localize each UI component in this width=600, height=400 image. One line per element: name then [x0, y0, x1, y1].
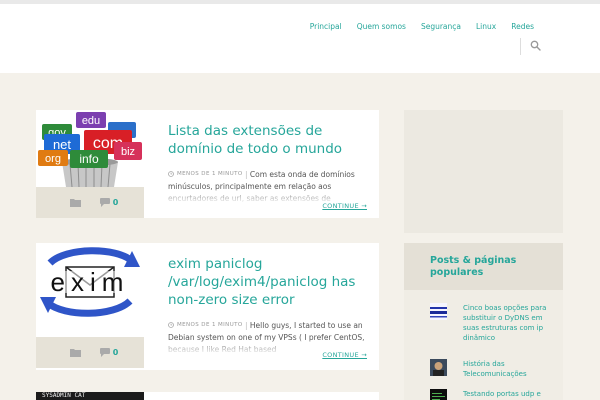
nav-item-principal[interactable]: Principal: [310, 22, 342, 31]
tag-net: net: [53, 137, 71, 152]
comment-icon: [99, 348, 110, 357]
post-thumbnail: [430, 303, 447, 320]
folder-icon[interactable]: [69, 348, 81, 357]
comments-link[interactable]: 0: [99, 198, 119, 207]
tag-edu: edu: [82, 115, 100, 127]
post-meta-bar: 0: [36, 187, 144, 218]
comment-count: 0: [112, 198, 119, 207]
exim-logo-image: exim: [36, 247, 144, 317]
continue-reading-link[interactable]: Continue →: [322, 351, 367, 359]
post-card: exim 0 exim paniclog /var/log/exim4/pani…: [36, 243, 379, 370]
popular-post-title[interactable]: História das Telecomunicações: [463, 359, 559, 379]
popular-post-title[interactable]: Cinco boas opções para substituir o DyDN…: [463, 303, 559, 343]
widget-header: Posts & páginas populares: [404, 243, 563, 290]
post-card: SYSADMIN CAT: [36, 392, 379, 400]
tag-org: org: [45, 153, 61, 165]
popular-post-title[interactable]: Testando portas udp e: [463, 389, 559, 399]
tag-info: info: [79, 152, 99, 166]
comment-icon: [99, 198, 110, 207]
widget-title: Posts & páginas populares: [430, 255, 517, 278]
post-date: Menos de 1 minuto: [168, 319, 243, 331]
post-title[interactable]: exim paniclog /var/log/exim4/paniclog ha…: [168, 255, 368, 309]
post-thumbnail: [430, 389, 447, 400]
tag-biz: biz: [121, 146, 135, 158]
post-excerpt: Menos de 1 minuto | Hello guys, I starte…: [168, 319, 365, 354]
clock-icon: [168, 322, 174, 328]
continue-reading-link[interactable]: Continue →: [322, 202, 367, 210]
post-body: Lista das extensões de domínio de todo o…: [168, 122, 368, 204]
post-date: Menos de 1 minuto: [168, 168, 243, 180]
post-thumbnail[interactable]: exim: [36, 243, 144, 320]
nav-divider: [520, 38, 521, 55]
nav-item-linux[interactable]: Linux: [476, 22, 496, 31]
nav-item-redes[interactable]: Redes: [511, 22, 534, 31]
post-excerpt: Menos de 1 minuto | Com esta onda de dom…: [168, 168, 355, 203]
post-meta-bar: 0: [36, 337, 144, 368]
clock-icon: [168, 171, 174, 177]
search-icon[interactable]: [530, 40, 541, 51]
date-label: Menos de 1 minuto: [177, 322, 243, 328]
comments-link[interactable]: 0: [99, 348, 119, 357]
main-nav: Principal Quem somos Segurança Linux Red…: [310, 22, 534, 31]
post-card: edu gov net com org info biz 0 Lista das…: [36, 110, 379, 218]
site-header: Principal Quem somos Segurança Linux Red…: [0, 4, 600, 73]
nav-item-seguranca[interactable]: Segurança: [421, 22, 461, 31]
popular-posts-widget: Posts & páginas populares Cinco boas opç…: [404, 243, 563, 400]
post-thumbnail[interactable]: SYSADMIN CAT: [36, 392, 144, 400]
post-thumbnail: [430, 359, 447, 376]
post-title[interactable]: Lista das extensões de domínio de todo o…: [168, 122, 368, 158]
post-body: exim paniclog /var/log/exim4/paniclog ha…: [168, 255, 368, 355]
exim-word: exim: [51, 267, 130, 297]
domain-extensions-image: edu gov net com org info biz: [38, 112, 142, 187]
nav-item-quem-somos[interactable]: Quem somos: [357, 22, 406, 31]
post-thumbnail[interactable]: edu gov net com org info biz: [36, 110, 144, 187]
comment-count: 0: [112, 348, 119, 357]
date-label: Menos de 1 minuto: [177, 171, 243, 177]
sidebar-ad-area: [404, 110, 563, 233]
folder-icon[interactable]: [69, 198, 81, 207]
